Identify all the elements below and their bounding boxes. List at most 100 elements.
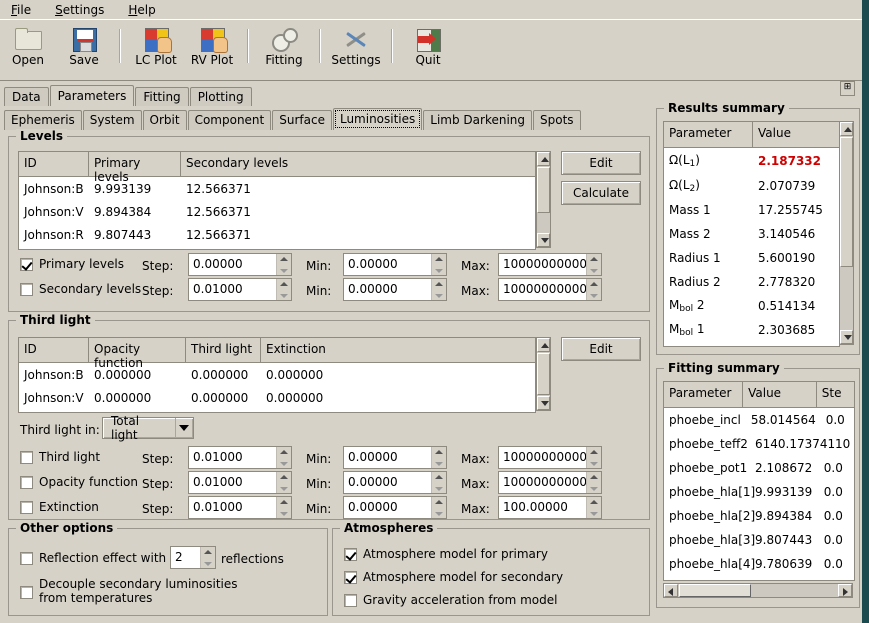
table-row[interactable]: phoebe_pot1 2.108672 0.0 [664, 456, 854, 480]
primary-levels-checkbox[interactable] [20, 257, 33, 271]
toolbar-open-button[interactable]: Open [0, 23, 56, 67]
atmosphere-secondary-checkbox[interactable] [344, 570, 357, 584]
opacity-function-checkbox[interactable] [20, 475, 33, 489]
scrollbar-thumb[interactable] [537, 167, 550, 213]
primary-levels-checkbox-row[interactable]: Primary levels [20, 257, 124, 271]
primary-max-value[interactable]: 10000000000. [499, 254, 586, 275]
extinction-checkbox[interactable] [20, 500, 33, 514]
table-row[interactable]: phoebe_hla[2] 9.894384 0.0 [664, 504, 854, 528]
spinner-arrows-icon[interactable] [431, 254, 446, 275]
spinner-arrows-icon[interactable] [586, 279, 601, 300]
table-row[interactable]: Johnson:V 9.894384 12.566371 [19, 200, 535, 223]
scroll-down-arrow-icon[interactable] [840, 330, 853, 344]
of-step-input[interactable]: 0.01000 [188, 471, 292, 494]
ex-step-input[interactable]: 0.01000 [188, 496, 292, 519]
fitting-col-value[interactable]: Value [743, 382, 817, 407]
chevron-down-icon[interactable] [174, 418, 193, 438]
secondary-step-input[interactable]: 0.01000 [188, 278, 292, 301]
scroll-down-arrow-icon[interactable] [537, 233, 550, 247]
table-row[interactable]: phoebe_hla[3] 9.807443 0.0 [664, 528, 854, 552]
ex-min-value[interactable]: 0.00000 [344, 497, 431, 518]
scroll-down-arrow-icon[interactable] [537, 396, 550, 410]
fitting-summary-hscrollbar[interactable] [663, 583, 853, 598]
toolbar-lc-plot-button[interactable]: LC Plot [128, 23, 184, 67]
of-max-value[interactable]: 10000000000. [499, 472, 586, 493]
secondary-max-value[interactable]: 10000000000. [499, 279, 586, 300]
of-max-input[interactable]: 10000000000. [498, 471, 602, 494]
toolbar-save-button[interactable]: Save [56, 23, 112, 67]
tl-col-extinction[interactable]: Extinction [261, 338, 533, 362]
spinner-arrows-icon[interactable] [586, 447, 601, 468]
third-light-table[interactable]: ID Opacity function Third light Extincti… [18, 337, 536, 413]
atmosphere-primary-checkbox[interactable] [344, 547, 357, 561]
tab-fitting[interactable]: Fitting [135, 87, 189, 106]
spinner-arrows-icon[interactable] [431, 279, 446, 300]
primary-max-input[interactable]: 10000000000. [498, 253, 602, 276]
reflection-count-value[interactable]: 2 [171, 547, 200, 568]
atmosphere-primary-row[interactable]: Atmosphere model for primary [344, 547, 548, 561]
table-row[interactable]: Mass 2 3.140546 [664, 222, 839, 246]
spinner-arrows-icon[interactable] [586, 497, 601, 518]
toolbar-settings-button[interactable]: Settings [328, 23, 384, 67]
of-min-value[interactable]: 0.00000 [344, 472, 431, 493]
third-light-in-combo[interactable]: Total light [102, 414, 194, 442]
table-row[interactable]: Ω(L1) 2.187332 [664, 148, 839, 173]
primary-step-value[interactable]: 0.00000 [189, 254, 276, 275]
atmosphere-secondary-row[interactable]: Atmosphere model for secondary [344, 570, 563, 584]
primary-min-input[interactable]: 0.00000 [343, 253, 447, 276]
decouple-luminosities-row[interactable]: Decouple secondary luminosities from tem… [20, 577, 238, 605]
tl-col-thirdlight[interactable]: Third light [186, 338, 261, 362]
table-row[interactable]: phoebe_hla[4] 9.780639 0.0 [664, 552, 854, 576]
scroll-right-arrow-icon[interactable] [838, 584, 852, 597]
toolbar-rv-plot-button[interactable]: RV Plot [184, 23, 240, 67]
ex-max-input[interactable]: 100.00000 [498, 496, 602, 519]
results-col-parameter[interactable]: Parameter [664, 122, 753, 147]
spinner-arrows-icon[interactable] [586, 472, 601, 493]
tab-parameters[interactable]: Parameters [49, 85, 135, 106]
spinner-arrows-icon[interactable] [431, 497, 446, 518]
opacity-function-checkbox-row[interactable]: Opacity function [20, 475, 138, 489]
levels-calculate-button[interactable]: Calculate [561, 181, 641, 205]
ex-min-input[interactable]: 0.00000 [343, 496, 447, 519]
levels-col-secondary[interactable]: Secondary levels [181, 152, 533, 176]
scrollbar-thumb[interactable] [840, 137, 853, 267]
gravity-acceleration-checkbox[interactable] [344, 593, 357, 607]
tl-max-input[interactable]: 10000000000. [498, 446, 602, 469]
primary-min-value[interactable]: 0.00000 [344, 254, 431, 275]
table-row[interactable]: Radius 2 2.778320 [664, 270, 839, 294]
fitting-col-parameter[interactable]: Parameter [664, 382, 744, 407]
table-row[interactable]: Johnson:V 0.000000 0.000000 0.000000 [19, 386, 535, 409]
spinner-arrows-icon[interactable] [431, 447, 446, 468]
scrollbar-thumb[interactable] [537, 353, 550, 395]
decouple-luminosities-checkbox[interactable] [20, 586, 33, 599]
gravity-acceleration-row[interactable]: Gravity acceleration from model [344, 593, 557, 607]
toolbar-fitting-button[interactable]: Fitting [256, 23, 312, 67]
table-row[interactable]: phoebe_hla[1] 9.993139 0.0 [664, 480, 854, 504]
spinner-arrows-icon[interactable] [586, 254, 601, 275]
menu-file[interactable]: FFileile [8, 2, 34, 18]
tl-step-value[interactable]: 0.01000 [189, 447, 276, 468]
scroll-up-arrow-icon[interactable] [537, 152, 550, 166]
table-row[interactable]: Mbol 2 0.514134 [664, 294, 839, 318]
table-row[interactable]: Mbol 1 2.303685 [664, 318, 839, 342]
results-col-value[interactable]: Value [753, 122, 839, 147]
fitting-summary-table[interactable]: Parameter Value Ste phoebe_incl 58.01456… [663, 381, 855, 581]
tl-step-input[interactable]: 0.01000 [188, 446, 292, 469]
levels-table[interactable]: ID Primary levels Secondary levels Johns… [18, 151, 536, 250]
toolbar-quit-button[interactable]: Quit [400, 23, 456, 67]
secondary-max-input[interactable]: 10000000000. [498, 278, 602, 301]
levels-col-primary[interactable]: Primary levels [89, 152, 181, 184]
third-light-checkbox-row[interactable]: Third light [20, 450, 100, 464]
tl-max-value[interactable]: 10000000000. [499, 447, 586, 468]
table-row[interactable]: Radius 1 5.600190 [664, 246, 839, 270]
tab-plotting[interactable]: Plotting [189, 87, 252, 106]
menu-settings[interactable]: Settings [52, 2, 107, 18]
secondary-step-value[interactable]: 0.01000 [189, 279, 276, 300]
tl-min-value[interactable]: 0.00000 [344, 447, 431, 468]
fitting-col-step[interactable]: Ste [817, 382, 854, 407]
third-light-edit-button[interactable]: Edit [561, 337, 641, 361]
secondary-levels-checkbox-row[interactable]: Secondary levels [20, 282, 141, 296]
tab-data[interactable]: Data [4, 87, 49, 106]
spinner-arrows-icon[interactable] [276, 279, 291, 300]
spinner-arrows-icon[interactable] [276, 447, 291, 468]
